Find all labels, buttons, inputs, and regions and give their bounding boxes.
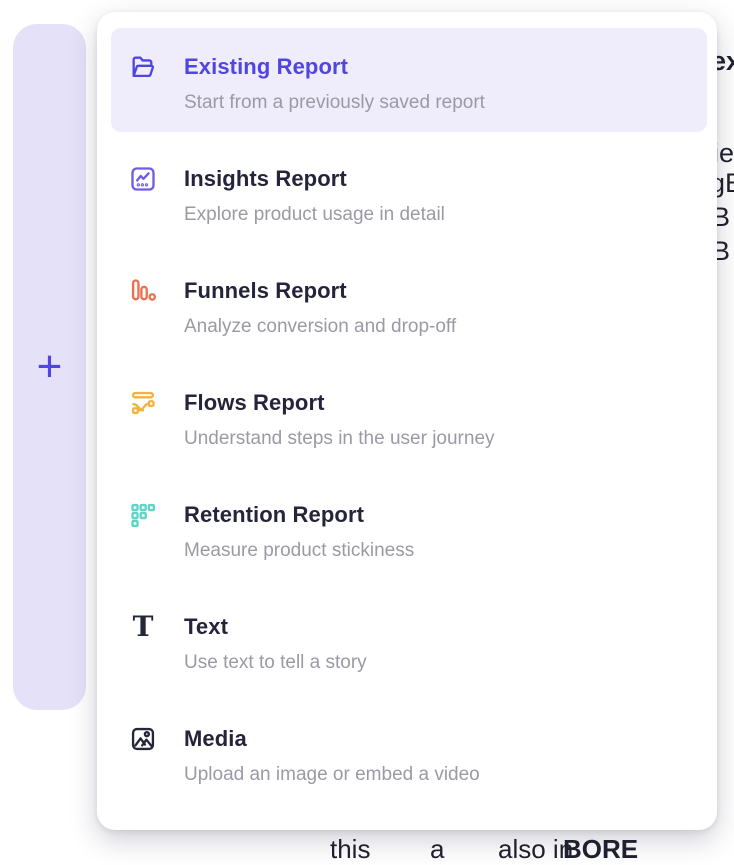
bg-text-fragment: also in [498,834,573,865]
bg-text-fragment: this [330,834,370,865]
menu-item-description: Understand steps in the user journey [184,427,495,450]
menu-item-title: Insights Report [184,165,445,192]
add-report-menu: Existing Report Start from a previously … [97,12,717,830]
bg-text-fragment: a [430,834,444,865]
insights-chart-icon [128,165,158,193]
media-image-icon [128,725,158,753]
menu-item-description: Use text to tell a story [184,651,367,674]
retention-grid-icon [128,501,158,529]
menu-item-title: Funnels Report [184,277,456,304]
menu-item-insights-report[interactable]: Insights Report Explore product usage in… [111,140,707,244]
menu-item-flows-report[interactable]: Flows Report Understand steps in the use… [111,364,707,468]
funnel-bars-icon [128,277,158,305]
menu-item-title: Media [184,725,480,752]
menu-item-description: Start from a previously saved report [184,91,485,114]
menu-item-description: Measure product stickiness [184,539,414,562]
plus-icon: + [37,345,63,389]
text-icon: T [128,613,158,641]
add-content-bar[interactable]: + [13,24,86,710]
bg-text-fragment: BORE [563,834,638,865]
menu-item-media[interactable]: Media Upload an image or embed a video [111,700,707,804]
menu-item-title: Flows Report [184,389,495,416]
flows-icon [128,389,158,417]
menu-item-description: Analyze conversion and drop-off [184,315,456,338]
menu-item-retention-report[interactable]: Retention Report Measure product stickin… [111,476,707,580]
menu-item-title: Text [184,613,367,640]
folder-open-icon [128,53,158,81]
menu-item-description: Upload an image or embed a video [184,763,480,786]
menu-item-existing-report[interactable]: Existing Report Start from a previously … [111,28,707,132]
menu-item-description: Explore product usage in detail [184,203,445,226]
menu-item-text[interactable]: T Text Use text to tell a story [111,588,707,692]
menu-item-title: Retention Report [184,501,414,528]
menu-item-funnels-report[interactable]: Funnels Report Analyze conversion and dr… [111,252,707,356]
menu-item-title: Existing Report [184,53,485,80]
